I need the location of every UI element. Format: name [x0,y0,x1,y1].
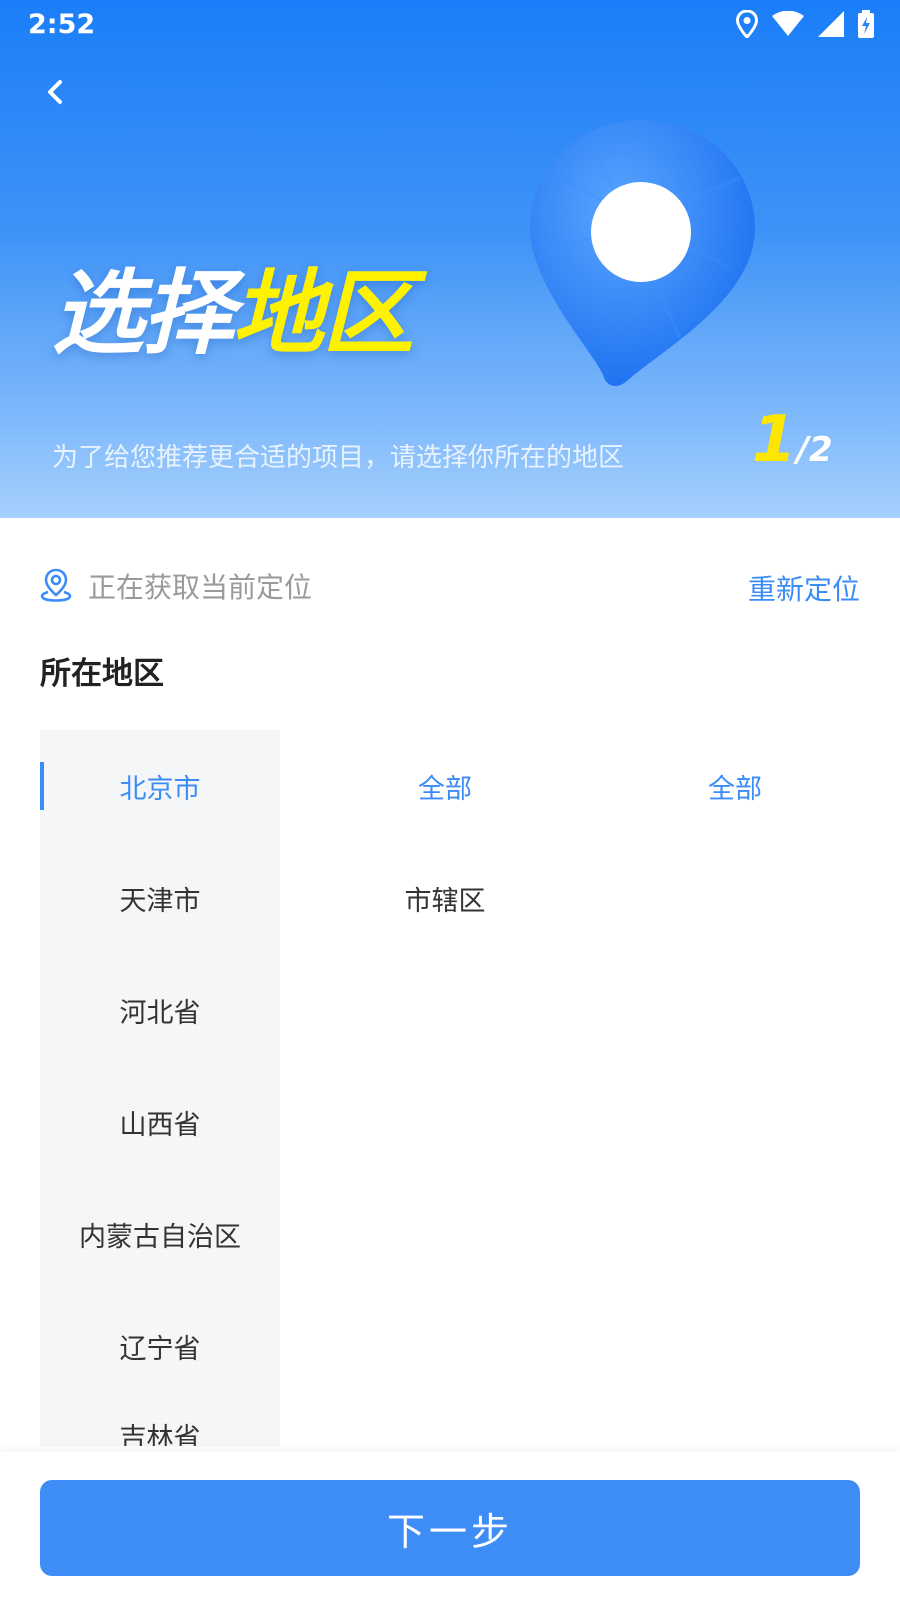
province-list[interactable]: 北京市 天津市 河北省 山西省 内蒙古自治区 辽宁省 吉林省 [40,730,280,1446]
city-item[interactable]: 市辖区 [300,842,590,954]
district-item[interactable]: 全部 [590,730,880,842]
bottom-bar: 下一步 [0,1452,900,1600]
status-icons [736,10,874,38]
hero-title-yellow: 地区 [232,260,414,367]
hero-title: 选择地区 [52,268,414,360]
status-time: 2:52 [28,9,96,40]
battery-charging-icon [858,10,874,38]
map-pin-icon [530,120,755,386]
chevron-left-icon [48,80,62,104]
province-item[interactable]: 天津市 [40,842,280,954]
wifi-icon [772,11,804,36]
step-indicator: 1/2 [752,408,833,472]
city-list: 全部 市辖区 [300,730,590,954]
status-bar: 2:52 [0,0,900,50]
province-item[interactable]: 河北省 [40,954,280,1066]
next-step-button[interactable]: 下一步 [40,1480,860,1576]
location-row: 正在获取当前定位 重新定位 [40,560,860,610]
province-item[interactable]: 山西省 [40,1066,280,1178]
province-item[interactable]: 辽宁省 [40,1290,280,1402]
province-item[interactable]: 吉林省 [40,1402,280,1446]
province-item[interactable]: 北京市 [40,730,280,842]
hero-banner: 2:52 选择地区 为了给您推荐更合适的项目，请选择你所在的地区 1/2 [0,0,900,518]
city-item[interactable]: 全部 [300,730,590,842]
signal-icon [818,11,844,37]
province-item[interactable]: 内蒙古自治区 [40,1178,280,1290]
district-list: 全部 [590,730,880,842]
location-icon [736,10,758,38]
back-button[interactable] [36,72,76,112]
step-total: /2 [796,430,833,470]
relocate-button[interactable]: 重新定位 [748,568,860,608]
location-status: 正在获取当前定位 [88,571,313,604]
hero-title-white: 选择 [52,260,234,367]
hero-subtitle: 为了给您推荐更合适的项目，请选择你所在的地区 [52,443,625,473]
location-pin-icon [40,568,72,602]
step-current: 1 [752,403,797,477]
section-title: 所在地区 [40,656,164,692]
